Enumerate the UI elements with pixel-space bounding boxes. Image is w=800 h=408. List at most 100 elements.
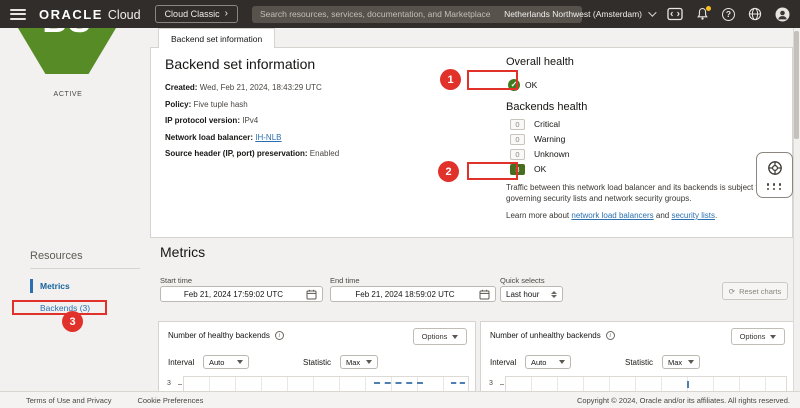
statistic-label: Statistic [625,358,653,367]
calendar-icon[interactable] [479,289,490,300]
healthy-chart-options-button[interactable]: Options [413,328,467,345]
terms-link[interactable]: Terms of Use and Privacy [26,396,111,405]
oracle-cloud-console: ORACLE Cloud Cloud Classic › Netherlands… [0,0,800,408]
annotation-rect-overall-ok [467,70,518,90]
help-glyph: ? [726,9,731,19]
field-nlb-label: Network load balancer: [165,133,253,142]
warning-count: 0 [510,134,525,145]
region-selector[interactable]: Netherlands Northwest (Amsterdam) [504,9,654,19]
caret-down-icon [237,360,243,364]
network-load-balancers-link[interactable]: network load balancers [571,211,653,220]
interval-dropdown[interactable]: Auto [203,355,249,369]
unhealthy-backends-chart-card: Number of unhealthy backends i Options I… [480,321,794,401]
top-navigation-bar: ORACLE Cloud Cloud Classic › Netherlands… [0,0,800,28]
sidebar-item-metrics[interactable]: Metrics [30,279,70,293]
end-time-label: End time [330,276,360,285]
status-badge: ACTIVE [0,91,136,98]
field-nlb: Network load balancer: IH-NLB [165,133,485,142]
copyright-text: Copyright © 2024, Oracle and/or its affi… [577,396,790,405]
start-time-input[interactable]: Feb 21, 2024 17:59:02 UTC [160,286,323,302]
spinner-icon [551,291,557,298]
quick-selects-dropdown[interactable]: Last hour [500,286,563,302]
vertical-scrollbar-thumb[interactable] [794,31,799,139]
health-row-critical: 0 Critical [510,119,800,130]
notifications-bell-icon[interactable] [696,7,709,21]
learn-prefix: Learn more about [506,211,571,220]
unknown-count: 0 [510,149,525,160]
unhealthy-chart-options-button[interactable]: Options [731,328,785,345]
info-glyph: i [279,333,281,339]
refresh-icon: ⟳ [729,287,735,296]
help-icon[interactable]: ? [722,8,735,21]
quick-selects-value: Last hour [506,290,551,299]
cloud-shell-icon[interactable] [667,7,683,21]
interval-label: Interval [168,358,194,367]
field-created-label: Created: [165,83,197,92]
unhealthy-chart-title-row: Number of unhealthy backends i [490,331,615,340]
footer-bar: Terms of Use and Privacy Cookie Preferen… [0,391,800,408]
active-indicator-bar [30,279,33,293]
healthy-backends-chart-card: Number of healthy backends i Options Int… [158,321,476,401]
security-lists-link[interactable]: security lists [671,211,715,220]
statistic-label: Statistic [303,358,331,367]
resources-divider [30,268,140,269]
field-source-header: Source header (IP, port) preservation: E… [165,149,485,158]
interval-value: Auto [209,358,232,367]
calendar-icon[interactable] [306,289,317,300]
interval-dropdown[interactable]: Auto [525,355,571,369]
reset-charts-label: Reset charts [739,287,781,296]
brand-oracle: ORACLE [39,7,103,22]
statistic-value: Max [346,358,361,367]
annotation-rect-backends-ok [467,162,518,180]
end-time-input[interactable]: Feb 21, 2024 18:59:02 UTC [330,286,496,302]
drag-handle-dots[interactable] [767,183,783,190]
overall-health-heading: Overall health [506,56,800,68]
statistic-dropdown[interactable]: Max [662,355,700,369]
healthy-series-segment [451,382,465,384]
reset-charts-button[interactable]: ⟳ Reset charts [722,282,788,300]
y-axis-tick-mark [500,384,504,385]
caret-down-icon [770,335,776,339]
field-ip-protocol: IP protocol version: IPv4 [165,116,485,125]
overall-health-status: OK [525,80,537,90]
critical-count: 0 [510,119,525,130]
annotation-circle-3: 3 [62,311,83,332]
field-source-header-label: Source header (IP, port) preservation: [165,149,308,158]
tab-backend-set-information[interactable]: Backend set information [158,28,275,48]
annotation-circle-1: 1 [440,69,461,90]
hamburger-menu-icon[interactable] [10,9,26,20]
oracle-cloud-logo[interactable]: ORACLE Cloud [39,7,141,22]
learn-suffix: . [715,211,717,220]
cloud-classic-label: Cloud Classic [165,9,220,19]
options-label: Options [740,332,766,341]
sidebar-item-metrics-label: Metrics [40,281,70,291]
y-axis-tick: 3 [167,380,171,387]
interval-value: Auto [531,358,554,367]
life-buoy-icon[interactable] [767,160,783,176]
language-globe-icon[interactable] [748,7,762,21]
field-created-value: Wed, Feb 21, 2024, 18:43:29 UTC [200,83,322,92]
info-icon[interactable]: i [275,331,284,340]
statistic-dropdown[interactable]: Max [340,355,378,369]
user-avatar[interactable] [775,7,790,22]
caret-down-icon [559,360,565,364]
nlb-link[interactable]: IH-NLB [255,133,281,142]
start-time-label: Start time [160,276,192,285]
quick-selects-label: Quick selects [500,276,545,285]
unhealthy-chart-title: Number of unhealthy backends [490,331,601,340]
cloud-classic-button[interactable]: Cloud Classic › [155,5,238,23]
cookie-preferences-link[interactable]: Cookie Preferences [137,396,203,405]
notification-dot [706,6,711,11]
backends-health-heading: Backends health [506,101,800,113]
field-policy-label: Policy: [165,100,191,109]
field-ip-protocol-value: IPv4 [242,116,258,125]
healthy-chart-title: Number of healthy backends [168,331,270,340]
info-icon[interactable]: i [606,331,615,340]
avatar-initials: BS [18,28,116,41]
chevron-down-icon [648,8,656,16]
unhealthy-series-point [687,381,689,388]
start-time-value: Feb 21, 2024 17:59:02 UTC [161,290,306,299]
warning-label: Warning [534,134,565,144]
annotation-circle-2: 2 [438,161,459,182]
healthy-chart-title-row: Number of healthy backends i [168,331,284,340]
